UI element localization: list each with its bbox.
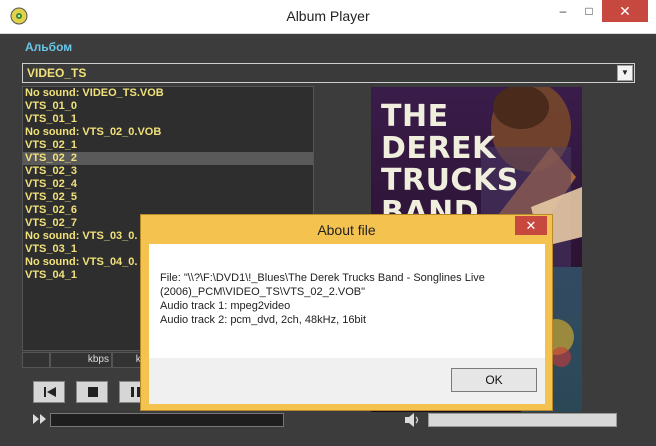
track-item[interactable]: No sound: VIDEO_TS.VOB [23,87,313,100]
dialog-message-area: File: "\\?\F:\DVD1\!_Blues\The Derek Tru… [149,244,545,358]
bitrate-cell: kbps [50,352,112,368]
audio-track-1-text: Audio track 1: mpeg2video [160,300,291,312]
status-cell-empty [22,352,50,368]
dialog-title: About file [317,222,376,238]
cover-title-line: THE [381,99,449,134]
dialog-button-area: OK [149,358,545,404]
dialog-message: File: "\\?\F:\DVD1\!_Blues\The Derek Tru… [160,271,540,327]
about-file-dialog: About file ✕ File: "\\?\F:\DVD1\!_Blues\… [140,214,553,411]
stop-icon [88,387,98,397]
track-item[interactable]: VTS_02_1 [23,139,313,152]
minimize-icon[interactable]: – [550,0,576,22]
track-item[interactable]: VTS_02_4 [23,178,313,191]
track-item[interactable]: VTS_01_1 [23,113,313,126]
cover-title: THE DEREK TRUCKS BAND [381,101,519,229]
audio-track-2-text: Audio track 2: pcm_dvd, 2ch, 48kHz, 16bi… [160,314,367,326]
ok-button[interactable]: OK [451,368,537,392]
close-icon[interactable]: ✕ [602,0,648,22]
track-item[interactable]: VTS_02_2 [23,152,313,165]
maximize-icon[interactable]: □ [576,0,602,22]
album-label: Альбом [25,40,73,54]
volume-icon[interactable] [404,413,422,427]
cover-title-line: DEREK [381,131,496,166]
track-item[interactable]: VTS_01_0 [23,100,313,113]
track-item[interactable]: No sound: VTS_02_0.VOB [23,126,313,139]
album-dropdown[interactable]: VIDEO_TS ▼ [22,63,635,83]
album-player-window: Album Player – □ ✕ Альбом VIDEO_TS ▼ No … [0,0,656,446]
file-path-text: File: "\\?\F:\DVD1\!_Blues\The Derek Tru… [160,272,485,298]
cover-title-line: TRUCKS [381,163,519,198]
volume-slider[interactable] [428,413,617,427]
title-bar: Album Player – □ ✕ [0,0,656,34]
seek-bar[interactable] [50,413,284,427]
dropdown-arrow-icon[interactable]: ▼ [617,65,633,81]
stop-button[interactable] [76,381,108,403]
previous-icon [44,387,56,397]
dialog-close-icon[interactable]: ✕ [515,216,547,235]
album-dropdown-value: VIDEO_TS [27,66,87,80]
track-item[interactable]: VTS_02_5 [23,191,313,204]
seek-icon [33,414,46,424]
previous-button[interactable] [33,381,65,403]
track-item[interactable]: VTS_02_3 [23,165,313,178]
